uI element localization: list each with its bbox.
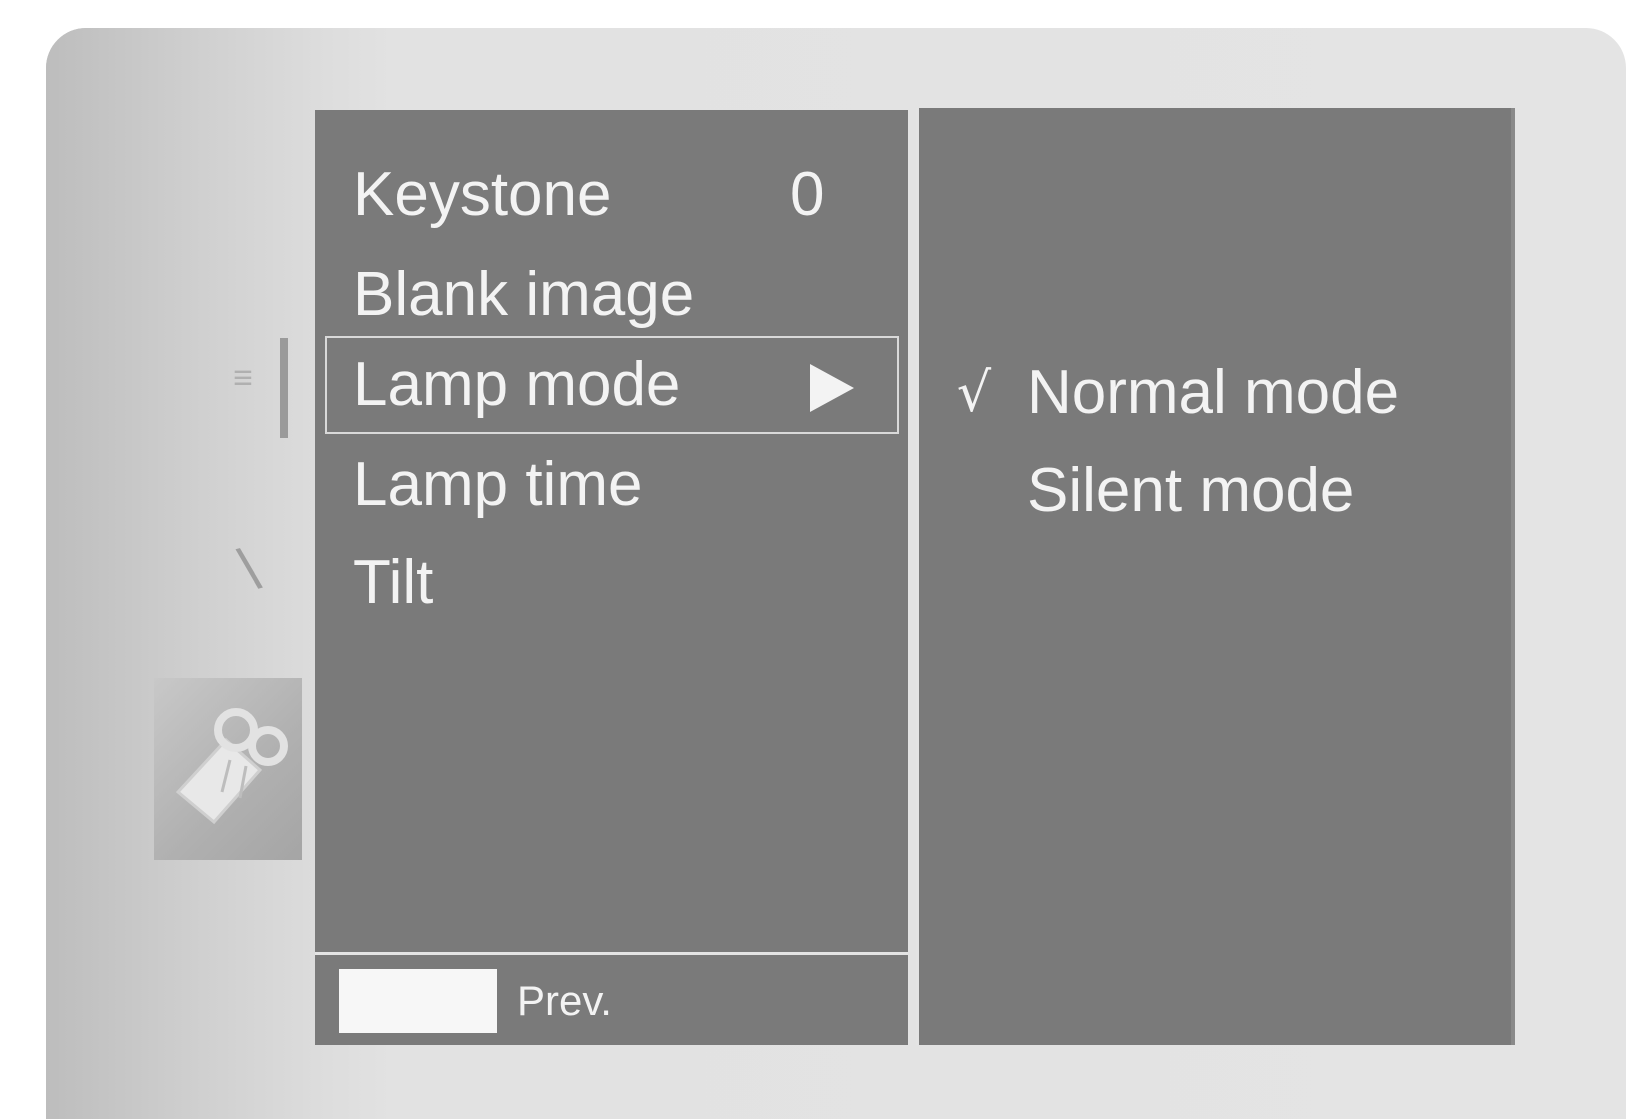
menu-item-label: Keystone xyxy=(353,160,612,229)
menu-item-label: Blank image xyxy=(353,260,695,329)
option-silent-mode[interactable]: Silent mode xyxy=(919,441,1509,541)
menu-item-keystone[interactable]: Keystone 0 xyxy=(315,146,908,244)
menu-item-blank-image[interactable]: Blank image xyxy=(315,246,908,344)
lamp-mode-submenu: √ Normal mode Silent mode xyxy=(916,108,1515,1045)
menu-item-lamp-time[interactable]: Lamp time xyxy=(315,436,908,534)
menu-item-tilt[interactable]: Tilt xyxy=(315,534,908,632)
prev-key-swatch[interactable] xyxy=(339,969,497,1033)
menu-item-label: Lamp time xyxy=(353,450,643,519)
option-label: Normal mode xyxy=(1027,358,1400,427)
checkmark-icon: √ xyxy=(956,361,992,424)
keystone-value: 0 xyxy=(790,160,825,229)
prev-label: Prev. xyxy=(517,977,612,1024)
menu-item-lamp-mode[interactable]: Lamp mode xyxy=(325,336,899,434)
side-tab-projector[interactable] xyxy=(154,678,302,860)
menu-item-label: Lamp mode xyxy=(353,350,681,419)
projector-icon xyxy=(175,708,288,825)
arrow-right-icon xyxy=(810,364,854,412)
side-tab-faint-icon[interactable]: ≡ xyxy=(218,358,268,398)
side-tab-indicator xyxy=(280,338,288,438)
option-label: Silent mode xyxy=(1027,456,1355,525)
main-menu-panel: Keystone 0 Blank image Lamp mode Lamp ti… xyxy=(315,110,908,1045)
option-normal-mode[interactable]: √ Normal mode xyxy=(919,343,1509,443)
side-tab-strip: ≡ \ xyxy=(46,28,316,1119)
menu-item-label: Tilt xyxy=(353,548,434,617)
side-tab-faint-icon-2[interactable]: \ xyxy=(231,525,281,610)
menu-divider xyxy=(315,952,908,955)
